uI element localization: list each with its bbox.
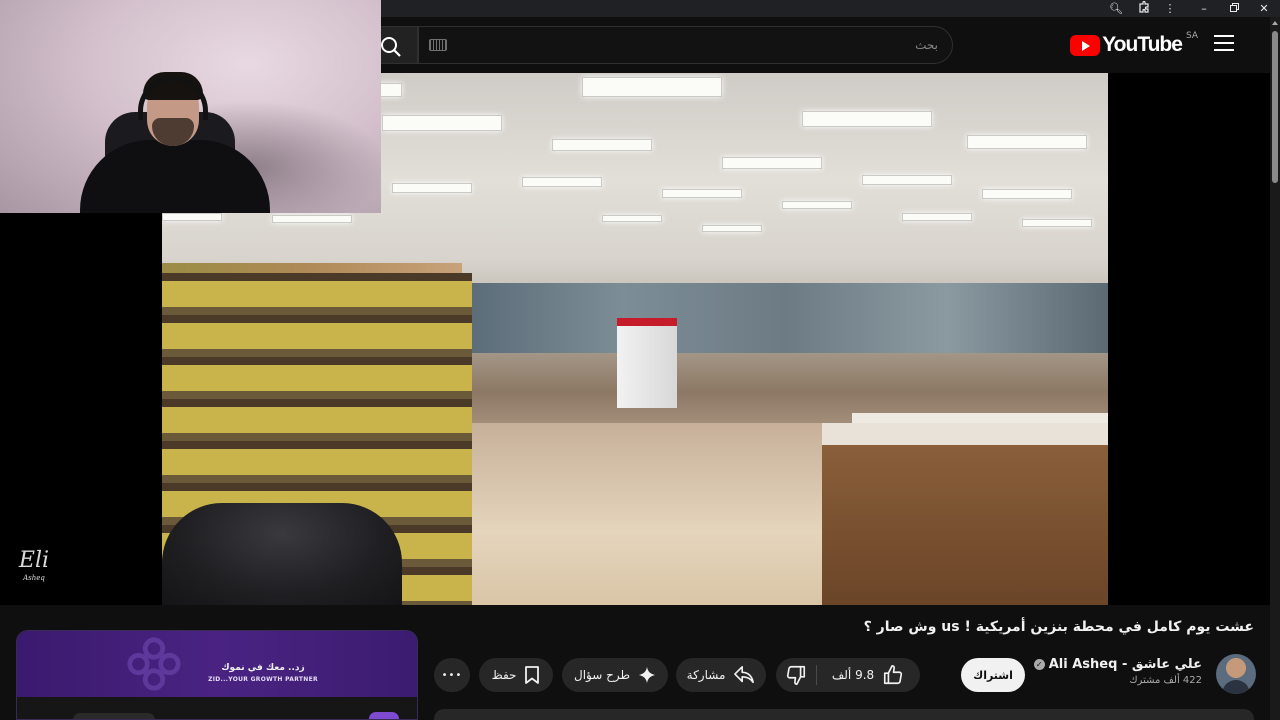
like-button[interactable]: 9.8 ألف — [816, 658, 920, 692]
ad-headline: زد.. معك في نموك — [221, 663, 305, 673]
ceiling-light — [902, 213, 972, 221]
ceiling-light — [602, 215, 662, 222]
close-icon[interactable]: ✕ — [1256, 1, 1272, 16]
share-icon — [734, 666, 755, 684]
ceiling-light — [662, 189, 742, 198]
below-player: عشت يوم كامل في محطة بنزين أمريكية ! us … — [0, 605, 1270, 720]
zoom-icon[interactable]: 🔍︎ — [1108, 1, 1124, 16]
search-input[interactable] — [488, 27, 938, 63]
hamburger-menu-icon[interactable] — [1214, 35, 1234, 53]
video-display-stand — [617, 318, 677, 408]
scrollbar-thumb[interactable] — [1272, 31, 1278, 183]
channel-info: علي عاشق - Ali Asheq ✓ 422 ألف مشترك — [1002, 657, 1202, 686]
ask-label: طرح سؤال — [573, 668, 631, 682]
ceiling-light — [272, 215, 352, 223]
description-box[interactable] — [434, 709, 1254, 720]
scroll-up-arrow-icon[interactable] — [1272, 21, 1278, 25]
ceiling-light — [522, 177, 602, 187]
search-icon — [381, 37, 401, 57]
channel-name-row[interactable]: علي عاشق - Ali Asheq ✓ — [1002, 657, 1202, 672]
ad-footer — [17, 697, 417, 719]
ad-brand-logo-icon — [127, 637, 181, 691]
ceiling-light — [1022, 219, 1092, 227]
channel-avatar[interactable] — [1216, 654, 1256, 694]
share-button[interactable]: مشاركة — [676, 658, 766, 692]
video-floor — [442, 423, 862, 605]
ceiling-light — [862, 175, 952, 185]
minimize-icon[interactable]: – — [1196, 1, 1212, 16]
thumbs-down-icon — [786, 665, 806, 685]
ad-tagline: ZID...YOUR GROWTH PARTNER — [208, 676, 318, 683]
ceiling-light — [382, 115, 502, 131]
thumbs-up-icon — [884, 665, 903, 685]
subscriber-count: 422 ألف مشترك — [1129, 675, 1202, 686]
like-count: 9.8 ألف — [831, 668, 875, 682]
ceiling-light — [802, 111, 932, 127]
more-actions-button[interactable]: ••• — [434, 658, 470, 692]
extensions-icon[interactable] — [1136, 0, 1152, 16]
video-foreground-object — [162, 503, 402, 605]
video-back-wall — [462, 283, 1108, 353]
logo-text: YouTube — [1102, 33, 1183, 56]
ceiling-light — [702, 225, 762, 232]
webcam-overlay — [0, 0, 381, 213]
ad-avatar — [369, 712, 399, 719]
ceiling-light — [162, 213, 222, 221]
ceiling-light — [582, 77, 722, 97]
youtube-watch-page: 🔍︎ ⋮ – ✕ YouTube SA بحث Eli Asheq عشت يو… — [0, 0, 1280, 720]
ad-banner[interactable]: زد.. معك في نموك ZID...YOUR GROWTH PARTN… — [17, 631, 417, 697]
share-label: مشاركة — [686, 668, 726, 682]
like-dislike-group: 9.8 ألف — [776, 658, 920, 692]
ceiling-light — [722, 157, 822, 169]
watermark-main: Eli — [18, 548, 50, 573]
ad-card[interactable]: زد.. معك في نموك ZID...YOUR GROWTH PARTN… — [16, 630, 418, 720]
country-code: SA — [1185, 31, 1198, 41]
ad-cta-button[interactable] — [73, 713, 155, 719]
youtube-play-icon — [1070, 34, 1101, 56]
channel-name[interactable]: علي عاشق - Ali Asheq — [1049, 657, 1202, 672]
restore-icon[interactable] — [1226, 1, 1242, 16]
save-button[interactable]: حفظ — [479, 658, 553, 692]
search-box — [418, 26, 953, 64]
youtube-logo[interactable]: YouTube SA — [1070, 31, 1198, 58]
save-label: حفظ — [491, 668, 517, 682]
ceiling-light — [982, 189, 1072, 199]
more-icon: ••• — [441, 669, 463, 681]
channel-watermark-logo: Eli Asheq — [12, 547, 56, 583]
dislike-button[interactable] — [776, 658, 816, 692]
ceiling-light — [392, 183, 472, 193]
page-scrollbar[interactable] — [1270, 17, 1280, 720]
verified-icon: ✓ — [1033, 659, 1045, 670]
ceiling-light — [967, 135, 1087, 149]
video-counter — [822, 423, 1108, 605]
watermark-sub: Asheq — [23, 574, 45, 582]
subscribe-button[interactable]: اشتراك — [961, 658, 1025, 692]
keyboard-icon[interactable] — [429, 39, 447, 51]
bookmark-icon — [525, 666, 540, 684]
ceiling-light — [552, 139, 652, 151]
kebab-menu-icon[interactable]: ⋮ — [1162, 1, 1178, 16]
ceiling-light — [782, 201, 852, 209]
ask-button[interactable]: طرح سؤال — [562, 658, 668, 692]
sparkle-icon — [638, 666, 656, 684]
video-title: عشت يوم كامل في محطة بنزين أمريكية ! us … — [863, 619, 1254, 635]
like-divider — [816, 665, 817, 685]
